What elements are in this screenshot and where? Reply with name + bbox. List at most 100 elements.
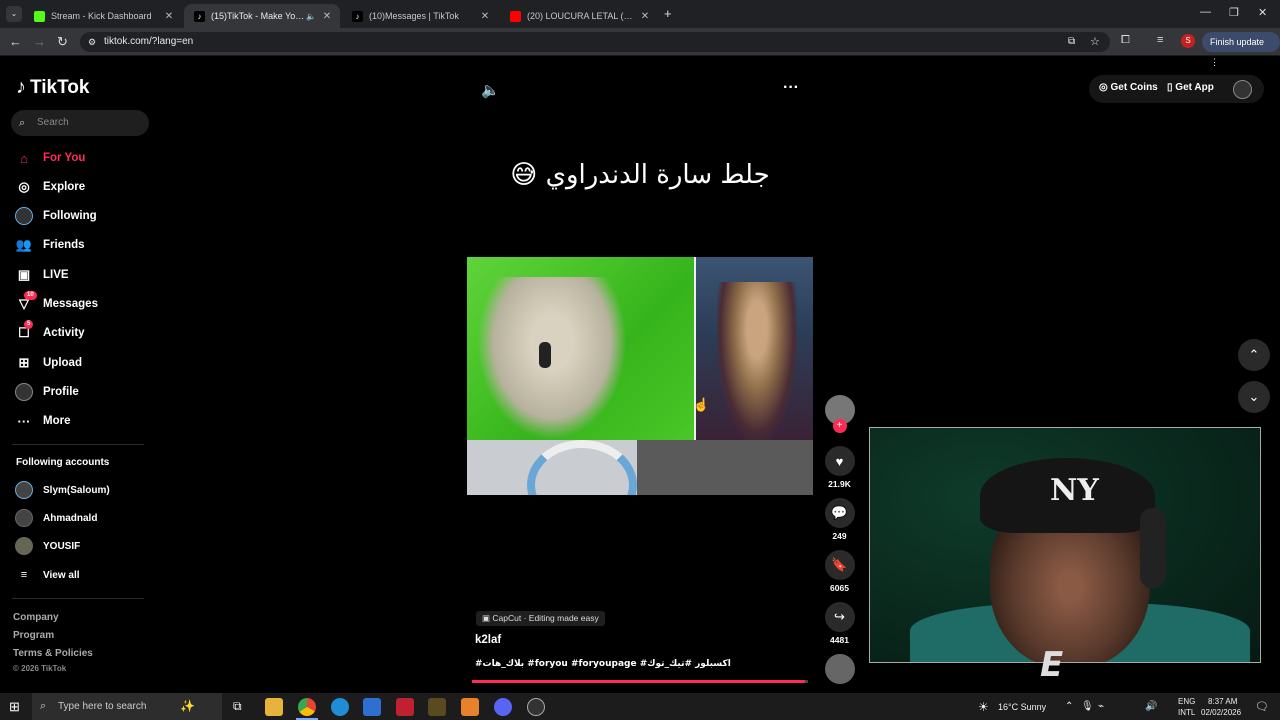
get-app-label: Get App [1175, 82, 1214, 93]
nav-activity[interactable]: ☐ 5 Activity [15, 320, 85, 344]
app-icon[interactable] [363, 698, 381, 716]
new-tab-button[interactable]: + [664, 6, 672, 21]
video-hashtags[interactable]: #بلاك_هات #foryou #foryoupage #اكسبلور #… [475, 659, 731, 669]
edge-icon[interactable] [331, 698, 349, 716]
nav-messages[interactable]: ▽ 10 Messages [15, 291, 98, 315]
nav-more[interactable]: ··· More [15, 410, 71, 432]
comment-button[interactable]: 💬 249 [823, 498, 856, 541]
site-info-icon[interactable]: ⚙ [88, 32, 96, 52]
previous-video-button[interactable]: ⌃ [1238, 339, 1270, 371]
tiktok-logo[interactable]: ♪ TikTok [16, 76, 89, 99]
tab-kick[interactable]: Stream - Kick Dashboard ✕ [24, 4, 182, 28]
save-button[interactable]: 🔖 6065 [823, 550, 856, 593]
tray-chevron-icon[interactable]: ⌃ [1065, 701, 1073, 712]
account-item[interactable]: Ahmadnald [15, 508, 97, 528]
next-video-button[interactable]: ⌄ [1238, 381, 1270, 413]
nav-explore[interactable]: ◎ Explore [15, 176, 85, 198]
file-explorer-icon[interactable] [265, 698, 283, 716]
footer-link-program[interactable]: Program [13, 630, 54, 641]
profile-avatar[interactable]: S [1181, 34, 1195, 48]
like-count: 21.9K [828, 479, 851, 489]
bookmark-star-icon[interactable]: ☆ [1090, 32, 1100, 52]
clock-time[interactable]: 8:37 AM [1208, 697, 1237, 706]
follow-plus-icon[interactable]: + [832, 419, 847, 433]
footer-link-company[interactable]: Company [13, 612, 59, 623]
task-view-icon[interactable]: ⧉ [233, 699, 242, 714]
keyboard-layout[interactable]: INTL [1178, 708, 1195, 717]
windows-start-icon[interactable]: ⊞ [9, 699, 20, 715]
keyboard-language[interactable]: ENG [1178, 697, 1195, 706]
user-avatar[interactable] [1233, 80, 1252, 99]
mouse-cursor-icon: ☝ [693, 397, 710, 412]
cap-logo: NY [1050, 473, 1099, 508]
get-app-button[interactable]: ▯ Get App [1167, 82, 1214, 93]
close-icon[interactable]: ✕ [162, 11, 176, 22]
profile-avatar-icon [15, 383, 33, 401]
address-bar[interactable]: ⚙ tiktok.com/?lang=en ⧉ ☆ [80, 32, 1110, 52]
video-author[interactable]: k2laf [475, 634, 501, 646]
volume-icon[interactable]: 🔈 [481, 81, 500, 99]
like-button[interactable]: ♥ 21.9K [823, 446, 856, 489]
taskbar-search-input[interactable]: ⌕ Type here to search ✨ [32, 693, 222, 720]
video-progress-bar[interactable] [472, 680, 808, 683]
finish-update-label: Finish update [1210, 37, 1265, 47]
back-icon[interactable]: ← [9, 34, 22, 49]
share-button[interactable]: ↪ 4481 [823, 602, 856, 645]
extensions-icon[interactable]: ⧠ [1121, 34, 1130, 47]
tab-tiktok-foryou[interactable]: ♪ (15)TikTok - Make Your Day 🔈 ✕ [184, 4, 340, 28]
capcut-tag[interactable]: ▣ CapCut · Editing made easy [476, 611, 605, 626]
video-news-anchor [717, 282, 797, 440]
nav-following[interactable]: Following [15, 205, 97, 227]
app-icon[interactable] [461, 698, 479, 716]
webcam-overlay: NY [869, 427, 1261, 663]
restore-icon[interactable]: ❐ [1229, 6, 1239, 19]
reload-icon[interactable]: ↻ [57, 34, 68, 50]
nav-profile[interactable]: Profile [15, 381, 79, 403]
messages-icon: ▽ 10 [15, 291, 37, 313]
forward-icon[interactable]: → [33, 34, 46, 49]
nav-upload[interactable]: ⊞ Upload [15, 352, 82, 374]
creator-avatar[interactable]: + [823, 395, 856, 433]
video-player[interactable] [467, 257, 813, 495]
more-options-icon[interactable]: ··· [783, 79, 799, 97]
tab-tiktok-messages[interactable]: ♪ (10)Messages | TikTok ✕ [342, 4, 498, 28]
tab-search-button[interactable]: ⌄ [6, 6, 22, 22]
tiktok-note-icon: ♪ [16, 76, 26, 98]
tray-network-icon[interactable]: ⌁ [1098, 701, 1104, 712]
finish-update-button[interactable]: Finish update ⋮ [1202, 32, 1280, 67]
close-icon[interactable]: ✕ [478, 11, 492, 22]
app-icon[interactable] [428, 698, 446, 716]
tray-mic-icon[interactable]: 🎙 [1081, 701, 1094, 712]
view-all-link[interactable]: ≡ View all [15, 565, 80, 585]
weather-icon[interactable]: ☀ [978, 700, 989, 714]
tab-youtube[interactable]: (20) LOUCURA LETAL (Slowed) ✕ [500, 4, 658, 28]
account-item[interactable]: Slym(Saloum) [15, 480, 110, 500]
music-disc[interactable] [823, 654, 856, 684]
media-controls-icon[interactable]: ≡ [1157, 34, 1163, 46]
nav-friends[interactable]: 👥 Friends [15, 234, 85, 256]
tray-volume-icon[interactable]: 🔊 [1145, 701, 1157, 712]
close-icon[interactable]: ✕ [638, 11, 652, 22]
minimize-icon[interactable]: — [1200, 6, 1211, 18]
search-input[interactable]: ⌕ Search [11, 110, 149, 136]
capcut-icon: ▣ [482, 613, 491, 623]
close-window-icon[interactable]: ✕ [1258, 6, 1267, 19]
account-item[interactable]: YOUSIF [15, 536, 80, 556]
install-app-icon[interactable]: ⧉ [1068, 32, 1075, 52]
obs-icon[interactable] [527, 698, 545, 716]
footer-link-terms[interactable]: Terms & Policies [13, 648, 93, 659]
nav-live[interactable]: ▣ LIVE [15, 264, 69, 286]
get-coins-button[interactable]: ◎ Get Coins [1099, 82, 1158, 93]
notifications-icon[interactable]: 🗨 [1255, 700, 1269, 713]
speaker-icon[interactable]: 🔈 [306, 12, 316, 21]
upload-icon: ⊞ [18, 355, 30, 370]
search-icon: ⌕ [19, 117, 26, 129]
sidebar-divider [12, 444, 144, 445]
discord-icon[interactable] [494, 698, 512, 716]
app-icon[interactable] [396, 698, 414, 716]
close-icon[interactable]: ✕ [320, 11, 334, 22]
chrome-icon[interactable] [298, 698, 316, 716]
nav-for-you[interactable]: ⌂ For You [15, 147, 85, 169]
weather-text[interactable]: 16°C Sunny [998, 702, 1046, 712]
clock-date[interactable]: 02/02/2026 [1201, 708, 1241, 717]
